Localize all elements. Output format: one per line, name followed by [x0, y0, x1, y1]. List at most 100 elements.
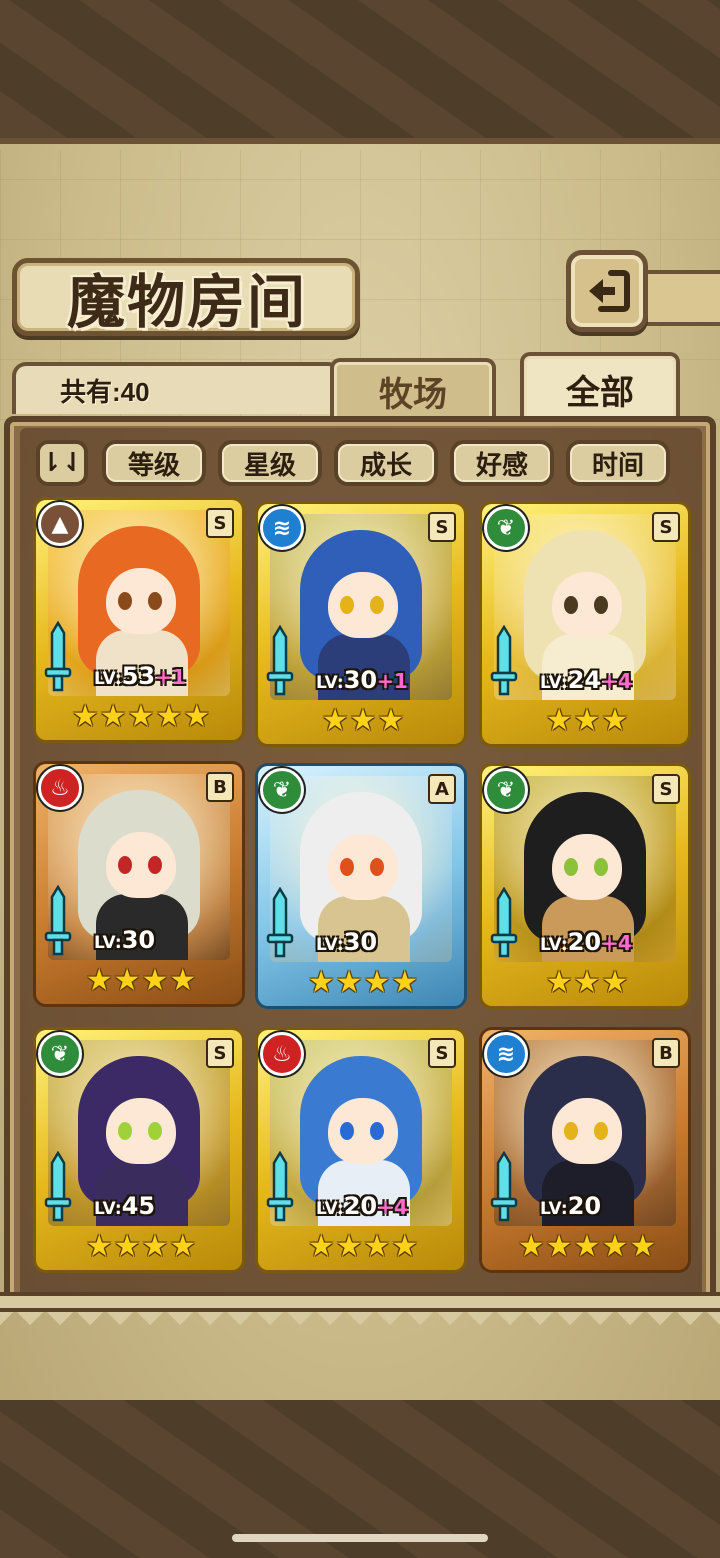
monster-card[interactable]: ♨ B LV:30 ★ ★ ★ ★ [36, 764, 242, 1004]
star-icon: ★ [169, 1229, 197, 1264]
star-icon: ★ [183, 699, 211, 734]
monster-level: LV:20+4 [316, 1192, 408, 1222]
wood-element-icon: ❦ [38, 1032, 82, 1076]
star-icon: ★ [99, 699, 127, 734]
sort-order-icon: ⇂⇃ [40, 448, 84, 478]
portrait-face [106, 1098, 176, 1164]
element-glyph: ❦ [50, 1041, 70, 1067]
sword-icon [486, 624, 522, 700]
filter-growth-button[interactable]: 成长 [334, 440, 438, 486]
rank-badge: S [652, 774, 680, 804]
portrait-face [552, 834, 622, 900]
star-rating: ★ ★ ★ [512, 704, 662, 738]
sword-icon [40, 1150, 76, 1226]
portrait-eye [564, 1122, 578, 1140]
level-prefix: LV: [316, 935, 344, 955]
monster-level: LV:53+1 [94, 662, 186, 692]
level-prefix: LV: [540, 1199, 568, 1219]
star-icon: ★ [71, 699, 99, 734]
rank-badge: A [428, 774, 456, 804]
monster-level: LV:20+4 [540, 928, 632, 958]
tab-all[interactable]: 全部 [520, 352, 680, 422]
level-bonus: +4 [377, 1195, 408, 1219]
star-rating: ★ ★ ★ ★ [66, 964, 216, 998]
star-icon: ★ [545, 703, 573, 738]
portrait-face [106, 832, 176, 898]
portrait-eye [370, 858, 384, 876]
sort-order-toggle[interactable]: ⇂⇃ [36, 440, 88, 486]
fire-element-icon: ♨ [260, 1032, 304, 1076]
wood-element-icon: ❦ [484, 768, 528, 812]
rank-badge: S [428, 512, 456, 542]
monster-level: LV:30+1 [316, 666, 408, 696]
star-icon: ★ [321, 703, 349, 738]
level-prefix: LV: [94, 933, 122, 953]
star-icon: ★ [335, 1229, 363, 1264]
monster-level: LV:20 [540, 1192, 601, 1222]
element-glyph: ♨ [50, 775, 70, 801]
star-icon: ★ [629, 1229, 657, 1264]
portrait-eye [370, 596, 384, 614]
monster-card[interactable]: ≋ B LV:20 ★ ★ ★ ★ ★ [482, 1030, 688, 1270]
star-rating: ★ ★ ★ ★ [288, 1230, 438, 1264]
level-value: 30 [343, 666, 378, 694]
star-icon: ★ [113, 1229, 141, 1264]
earth-element-icon: ▲ [38, 502, 82, 546]
monster-card[interactable]: ❦ A LV:30 ★ ★ ★ ★ [258, 766, 464, 1006]
star-icon: ★ [545, 965, 573, 1000]
star-rating: ★ ★ ★ ★ ★ [66, 700, 216, 734]
star-icon: ★ [573, 703, 601, 738]
level-bonus: +4 [601, 931, 632, 955]
level-value: 20 [343, 1192, 378, 1220]
portrait-eye [340, 1122, 354, 1140]
sword-icon [40, 620, 76, 696]
water-element-icon: ≋ [484, 1032, 528, 1076]
portrait-eye [148, 1122, 162, 1140]
filter-level-button[interactable]: 等级 [102, 440, 206, 486]
back-button[interactable] [566, 250, 648, 332]
portrait-eye [594, 858, 608, 876]
level-prefix: LV: [316, 673, 344, 693]
home-indicator[interactable] [232, 1534, 488, 1542]
star-icon: ★ [349, 703, 377, 738]
portrait-eye [340, 858, 354, 876]
monster-card[interactable]: ❦ S LV:20+4 ★ ★ ★ [482, 766, 688, 1006]
star-icon: ★ [391, 965, 419, 1000]
star-icon: ★ [517, 1229, 545, 1264]
portrait-eye [118, 1122, 132, 1140]
element-glyph: ♨ [272, 1041, 292, 1067]
level-value: 20 [567, 1192, 602, 1220]
star-rating: ★ ★ ★ ★ ★ [512, 1230, 662, 1264]
rank-badge: S [206, 1038, 234, 1068]
zigzag-divider [0, 1312, 720, 1334]
star-icon: ★ [363, 965, 391, 1000]
monster-card[interactable]: ❦ S LV:45 ★ ★ ★ ★ [36, 1030, 242, 1270]
star-icon: ★ [573, 1229, 601, 1264]
star-icon: ★ [335, 965, 363, 1000]
portrait-eye [340, 596, 354, 614]
star-icon: ★ [127, 699, 155, 734]
monster-card[interactable]: ♨ S LV:20+4 ★ ★ ★ ★ [258, 1030, 464, 1270]
star-icon: ★ [391, 1229, 419, 1264]
star-icon: ★ [141, 963, 169, 998]
monster-card[interactable]: ❦ S LV:24+4 ★ ★ ★ [482, 504, 688, 744]
level-value: 30 [121, 926, 156, 954]
monster-card[interactable]: ▲ S LV:53+1 ★ ★ ★ ★ ★ [36, 500, 242, 740]
portrait-face [106, 568, 176, 634]
level-value: 20 [567, 928, 602, 956]
monster-level: LV:24+4 [540, 666, 632, 696]
filter-star-button[interactable]: 星级 [218, 440, 322, 486]
portrait-eye [564, 596, 578, 614]
level-prefix: LV: [94, 669, 122, 689]
star-icon: ★ [601, 1229, 629, 1264]
star-icon: ★ [601, 703, 629, 738]
filter-time-button[interactable]: 时间 [566, 440, 670, 486]
filter-affinity-button[interactable]: 好感 [450, 440, 554, 486]
level-bonus: +4 [601, 669, 632, 693]
rank-badge: S [652, 512, 680, 542]
star-icon: ★ [545, 1229, 573, 1264]
back-arrow-icon [589, 270, 630, 312]
fire-element-icon: ♨ [38, 766, 82, 810]
tab-ranch[interactable]: 牧场 [330, 358, 496, 420]
monster-card[interactable]: ≋ S LV:30+1 ★ ★ ★ [258, 504, 464, 744]
